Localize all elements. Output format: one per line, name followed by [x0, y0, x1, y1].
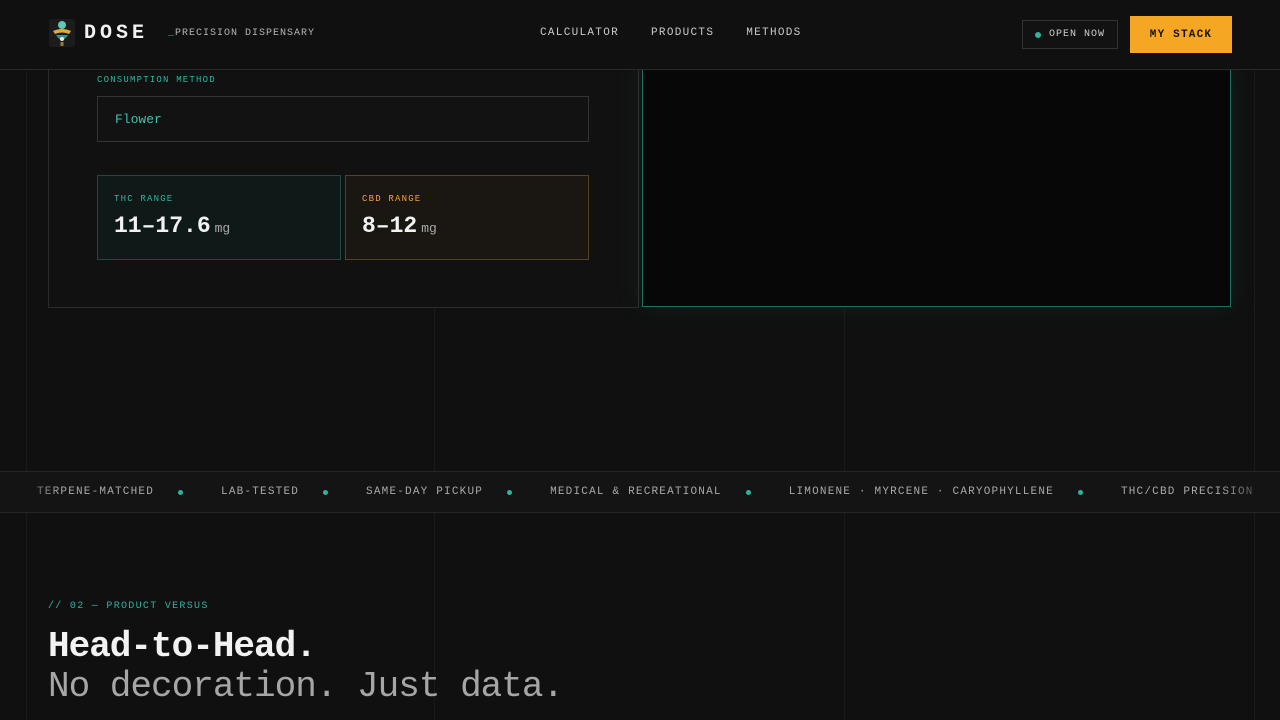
nav-link-calculator[interactable]: CALCULATOR [540, 27, 619, 39]
ticker-item: LAB-TESTED [221, 486, 300, 498]
thc-range-unit: mg [214, 221, 231, 236]
brand-name: DOSE [84, 21, 149, 45]
cbd-range-card: CBD RANGE 8–12 mg [345, 175, 589, 260]
ticker-item: MEDICAL & RECREATIONAL [550, 486, 722, 498]
product-viewer-panel [642, 60, 1231, 307]
nav-link-methods[interactable]: METHODS [746, 27, 801, 39]
open-status-text: OPEN NOW [1048, 29, 1105, 40]
ticker-dot-icon [178, 489, 184, 495]
grid-line [1254, 0, 1255, 720]
tagline-cursor: _ [168, 27, 176, 39]
thc-range-value: 11–17.6 mg [114, 213, 324, 239]
ticker-fade-right [1220, 472, 1280, 512]
ticker-item: SAME-DAY PICKUP [366, 486, 484, 498]
feature-ticker: TERPENE-MATCHED LAB-TESTED SAME-DAY PICK… [0, 471, 1280, 513]
dose-calculator-panel: CONSUMPTION METHOD Flower THC RANGE 11–1… [48, 60, 639, 308]
section-subtitle: No decoration. Just data. [48, 666, 564, 707]
flower-crest-icon [49, 19, 75, 47]
cbd-range-number: 8–12 [362, 213, 418, 239]
ticker-dot-icon [507, 489, 513, 495]
main-nav: CALCULATOR PRODUCTS METHODS [540, 27, 802, 39]
cbd-range-label: CBD RANGE [362, 194, 422, 204]
grid-line [26, 0, 27, 720]
consumption-method-label: CONSUMPTION METHOD [97, 75, 216, 85]
tagline-text: PRECISION DISPENSARY [175, 27, 316, 39]
thc-range-number: 11–17.6 [114, 213, 211, 239]
cbd-range-unit: mg [421, 221, 437, 236]
ticker-item: LIMONENE · MYRCENE · CARYOPHYLLENE [788, 486, 1054, 498]
ticker-dot-icon [745, 489, 751, 495]
brand-tagline: _PRECISION DISPENSARY [168, 28, 315, 39]
my-stack-button[interactable]: MY STACK [1130, 16, 1232, 53]
section-title: Head-to-Head. [48, 626, 317, 667]
ticker-dot-icon [323, 489, 329, 495]
consumption-method-select[interactable]: Flower [97, 96, 589, 142]
ticker-fade-left [0, 472, 60, 512]
ticker-track: TERPENE-MATCHED LAB-TESTED SAME-DAY PICK… [37, 486, 1254, 498]
top-navbar: DOSE _PRECISION DISPENSARY CALCULATOR PR… [0, 0, 1280, 70]
page: CONSUMPTION METHOD Flower THC RANGE 11–1… [0, 0, 1280, 720]
nav-link-products[interactable]: PRODUCTS [651, 27, 714, 39]
section-label: // 02 — PRODUCT VERSUS [48, 601, 209, 612]
thc-range-card: THC RANGE 11–17.6 mg [97, 175, 341, 260]
open-status-badge: OPEN NOW [1022, 20, 1118, 49]
ticker-dot-icon [1077, 489, 1083, 495]
thc-range-label: THC RANGE [114, 194, 174, 204]
status-dot-icon [1034, 31, 1041, 38]
cbd-range-value: 8–12 mg [362, 213, 572, 239]
logo[interactable]: DOSE _PRECISION DISPENSARY [48, 17, 315, 49]
